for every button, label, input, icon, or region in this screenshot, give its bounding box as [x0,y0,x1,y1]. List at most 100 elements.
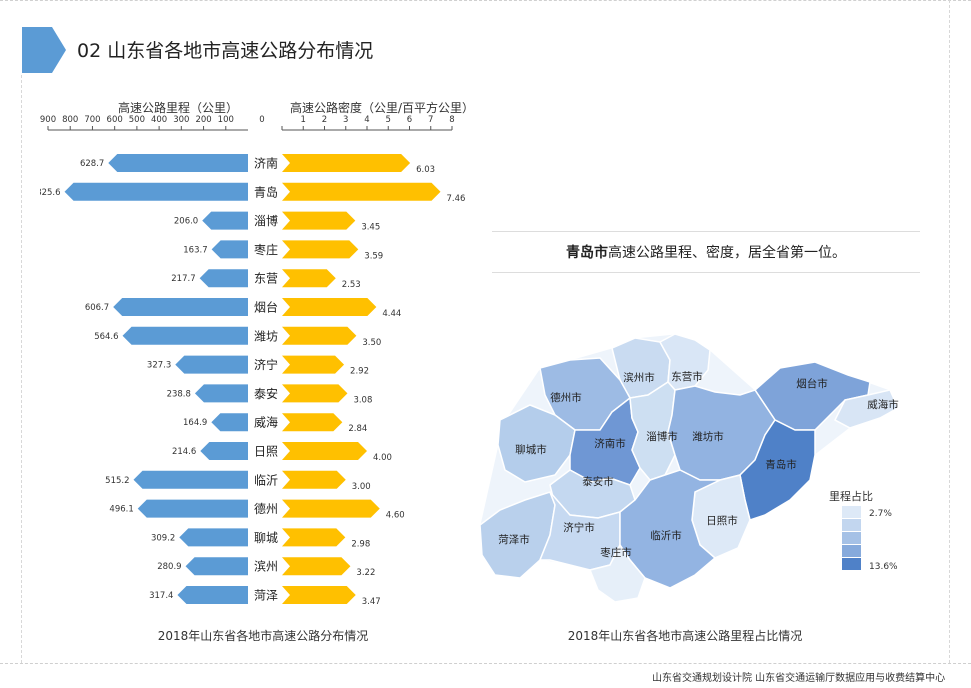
right-value-label: 3.08 [353,395,372,405]
right-bar [282,470,346,489]
city-label: 威海 [254,415,278,430]
frame-top-border [0,0,971,1]
left-value-label: 825.6 [40,188,61,198]
right-bar [282,269,336,288]
shandong-map: 滨州市 东营市德州市 烟台市威海市聊城市 济南市 淄博市 潍坊市青岛市泰安市日照市菏泽市 济… [479,333,899,603]
right-value-label: 2.53 [342,280,361,290]
right-bar [282,240,359,259]
legend-min-label: 2.7% [869,509,892,519]
left-bar [175,355,248,374]
city-label: 济南 [254,156,278,171]
city-label: 潍坊 [254,328,278,343]
right-bar [282,528,346,547]
left-axis-title: 高速公路里程（公里） [118,100,238,115]
right-value-label: 3.22 [356,568,375,578]
map-region-label: 临沂市 [650,529,682,542]
legend-swatch [842,545,861,557]
left-tick-label: 0 [259,115,264,125]
left-tick-label: 900 [40,115,56,125]
map-region-label: 滨州市 [623,371,655,384]
city-label: 日照 [254,445,278,459]
left-bar [133,470,248,489]
left-tick-label: 100 [218,115,234,125]
right-bar [282,182,441,201]
bar-chart: 高速公路里程（公里） 高速公路密度（公里/百平方公里）900 800 700 600 50… [40,100,474,607]
right-value-label: 7.46 [447,194,466,204]
footer-credits: 山东省交通规划设计院 山东省交通运输厅数据应用与收费结算中心 [652,673,946,684]
map-region-label: 东营市 [671,370,703,383]
right-value-label: 2.92 [350,367,369,377]
right-tick-label: 2 [322,115,327,125]
highlight-city: 青岛市 [566,245,608,261]
left-value-label: 164.9 [183,418,207,428]
left-value-label: 496.1 [109,505,133,515]
city-label: 滨州 [254,559,278,574]
left-value-label: 214.6 [172,447,196,457]
left-value-label: 628.7 [80,159,104,169]
left-tick-label: 700 [84,115,100,125]
left-value-label: 317.4 [149,591,173,601]
right-value-label: 3.45 [361,223,380,233]
city-label: 淄博 [254,213,278,228]
legend-swatch [842,558,861,570]
right-value-label: 4.60 [386,511,405,521]
map-region-label: 枣庄市 [600,546,632,559]
left-value-label: 327.3 [147,361,171,371]
city-label: 烟台 [254,300,278,315]
highlight-statement: 青岛市 高速公路里程、密度，居全省第一位。 [492,231,920,273]
city-label: 临沂 [254,473,278,487]
left-tick-label: 600 [107,115,123,125]
right-value-label: 3.50 [362,338,381,348]
right-bar [282,499,380,518]
right-bar [282,298,377,316]
left-bar [211,240,248,259]
map-region-label: 威海市 [867,398,899,411]
header-chevron-icon [22,27,66,73]
map-region-label: 淄博市 [646,430,678,443]
map-region-label: 济南市 [594,437,626,450]
map-region-label: 泰安市 [582,475,614,488]
right-bar [282,413,343,432]
legend-title: 里程占比 [829,489,873,503]
left-tick-label: 800 [62,115,78,125]
map-region-label: 菏泽市 [498,533,530,546]
right-tick-label: 8 [449,115,454,125]
right-tick-label: 3 [343,115,348,125]
left-bar [200,442,248,460]
left-value-label: 217.7 [171,274,195,284]
map-region-label: 聊城市 [515,443,547,456]
left-tick-label: 500 [129,115,145,125]
left-value-label: 309.2 [151,533,175,543]
bar-chart-caption: 2018年山东省各地市高速公路分布情况 [157,629,369,643]
left-bar [179,528,248,547]
frame-right-border [949,0,950,663]
city-label: 青岛 [254,184,278,199]
left-value-label: 280.9 [157,562,181,572]
right-bar [282,442,367,460]
map-region-label: 潍坊市 [692,430,724,443]
right-value-label: 3.00 [352,482,371,492]
right-tick-label: 6 [407,115,412,125]
city-label: 东营 [254,272,278,286]
right-value-label: 2.98 [351,539,370,549]
right-tick-label: 4 [364,115,369,125]
right-bar [282,355,345,374]
map-region-label: 日照市 [706,514,738,527]
right-tick-label: 5 [386,115,391,125]
highlight-text: 高速公路里程、密度，居全省第一位。 [608,245,846,261]
left-tick-label: 400 [151,115,167,125]
frame-bottom-border [0,663,971,664]
left-value-label: 238.8 [167,389,191,399]
city-label: 德州 [254,501,278,516]
page-title: 02 山东省各地市高速公路分布情况 [77,40,374,62]
right-value-label: 4.00 [373,453,392,463]
city-label: 泰安 [254,386,278,401]
left-bar [194,384,248,403]
map-region-label: 烟台市 [796,377,828,390]
left-bar [122,326,248,345]
left-bar [177,586,248,604]
right-value-label: 4.44 [382,309,401,319]
left-bar [64,182,249,201]
right-bar [282,557,351,576]
left-tick-label: 200 [195,115,211,125]
